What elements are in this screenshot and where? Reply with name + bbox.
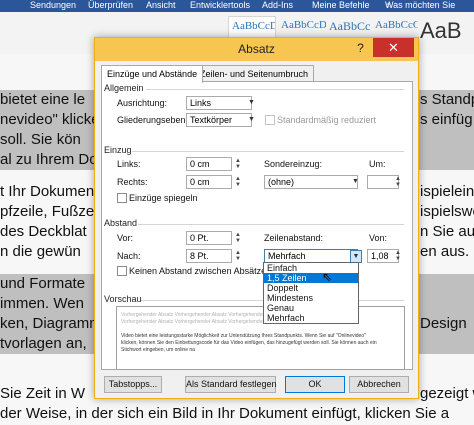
spinner-arrows-icon[interactable]: ▲ ▼ xyxy=(234,176,242,188)
chevron-down-icon[interactable]: ▼ xyxy=(246,97,257,109)
keinen-abstand-checkbox[interactable] xyxy=(117,266,127,276)
tabstopps-button[interactable]: Tabstopps... xyxy=(104,376,162,393)
group-title-allgemein: Allgemein xyxy=(104,83,144,93)
doc-line-right xyxy=(420,150,474,170)
doc-line-right xyxy=(420,294,474,314)
ribbon-tab-entwicklertools[interactable]: Entwicklertools xyxy=(190,0,250,11)
standard-reduziert-label: Standardmäßig reduziert xyxy=(277,115,377,125)
vorschau-preview: Vorhergehender Absatz Vorhergehender Abs… xyxy=(116,306,405,370)
ok-button[interactable]: OK xyxy=(285,376,345,393)
vor-label: Vor: xyxy=(117,233,134,243)
group-title-abstand: Abstand xyxy=(104,218,138,228)
zeilenabstand-label: Zeilenabstand: xyxy=(264,233,324,243)
tab-zeilen-seitenumbruch[interactable]: Zeilen- und Seitenumbruch xyxy=(194,65,315,82)
doc-line-right xyxy=(420,334,474,354)
ribbon-tab-addins[interactable]: Add-Ins xyxy=(262,0,293,11)
links-label: Links: xyxy=(117,159,141,169)
preview-text: Stichwort eingeben, um online na xyxy=(121,347,195,353)
close-icon: ✕ xyxy=(388,40,399,55)
um-label: Um: xyxy=(369,159,386,169)
rechts-label: Rechts: xyxy=(117,177,148,187)
dropdown-option[interactable]: Doppelt xyxy=(264,283,358,293)
ausrichtung-label: Ausrichtung: xyxy=(117,98,168,108)
doc-line-right: n Sie auf xyxy=(420,223,474,240)
ribbon-tab-sendungen[interactable]: Sendungen xyxy=(30,0,76,11)
group-title-vorschau: Vorschau xyxy=(104,294,142,304)
gliederungsebene-label: Gliederungsebene: xyxy=(117,115,194,125)
help-button[interactable]: ? xyxy=(352,40,369,57)
tab-label: Einzüge und Abstände xyxy=(107,69,198,79)
tab-label: Zeilen- und Seitenumbruch xyxy=(200,69,309,79)
links-input[interactable]: 0 cm xyxy=(186,157,232,171)
lightbulb-icon: ♀ xyxy=(385,0,392,10)
spinner-arrows-icon[interactable]: ▲ ▼ xyxy=(234,232,242,244)
doc-line-right: Design xyxy=(420,314,474,334)
einzuege-spiegeln-checkbox[interactable] xyxy=(117,193,127,203)
tell-me-search[interactable]: ♀ Was möchten Sie xyxy=(385,0,455,11)
style-gallery-item-title[interactable]: AaB xyxy=(420,18,462,44)
group-divider xyxy=(146,89,404,90)
spinner-arrows-icon[interactable]: ▲ ▼ xyxy=(234,158,242,170)
mouse-cursor-icon: ⇖ xyxy=(322,270,333,284)
set-default-button[interactable]: Als Standard festlegen xyxy=(185,376,277,393)
doc-line-right: ispieleinand xyxy=(420,183,474,200)
dialog-titlebar[interactable]: Absatz ? ✕ xyxy=(95,38,418,61)
doc-line-right xyxy=(420,130,474,150)
dropdown-option-selected[interactable]: 1,5 Zeilen xyxy=(264,273,358,283)
close-button[interactable]: ✕ xyxy=(373,38,414,57)
spinner-arrows-icon[interactable]: ▲ ▼ xyxy=(394,176,402,188)
chevron-down-icon[interactable]: ▼ xyxy=(246,114,257,126)
chevron-down-icon[interactable]: ▼ xyxy=(350,176,361,188)
zeilenabstand-dropdown-list: Einfach 1,5 Zeilen Doppelt Mindestens Ge… xyxy=(263,262,359,324)
ausrichtung-select[interactable]: Links xyxy=(186,96,252,110)
nach-label: Nach: xyxy=(117,251,141,261)
tell-me-label: Was möchten Sie xyxy=(385,0,456,10)
group-divider xyxy=(132,151,404,152)
dropdown-option[interactable]: Mehrfach xyxy=(264,313,358,323)
nach-input[interactable]: 8 Pt. xyxy=(186,249,232,263)
vor-input[interactable]: 0 Pt. xyxy=(186,231,232,245)
einzuege-spiegeln-label: Einzüge spiegeln xyxy=(129,193,198,203)
preview-text: klicken, können Sie den Einbettungscode … xyxy=(121,340,377,346)
spinner-arrows-icon[interactable]: ▲ ▼ xyxy=(394,250,402,262)
zeilenabstand-select[interactable]: Mehrfach xyxy=(264,249,358,263)
dropdown-option[interactable]: Genau xyxy=(264,303,358,313)
dropdown-option[interactable]: Mindestens xyxy=(264,293,358,303)
sondereinzug-label: Sondereinzug: xyxy=(264,159,323,169)
sondereinzug-select[interactable]: (ohne) xyxy=(264,175,358,189)
dropdown-option[interactable]: Einfach xyxy=(264,263,358,273)
doc-line-right: s einfüg xyxy=(420,110,474,130)
ribbon-tabs: Sendungen Überprüfen Ansicht Entwicklert… xyxy=(0,0,474,12)
von-label: Von: xyxy=(369,233,388,243)
doc-line-right: en aus. ¶ xyxy=(420,243,474,260)
doc-line-right: ispielsweis xyxy=(420,203,474,220)
cancel-button[interactable]: Abbrechen xyxy=(349,376,409,393)
gliederungsebene-select[interactable]: Textkörper xyxy=(186,113,252,127)
preview-text: Video bietet eine leistungsstarke Möglic… xyxy=(121,333,366,339)
dialog-title: Absatz xyxy=(238,42,275,56)
rechts-input[interactable]: 0 cm xyxy=(186,175,232,189)
keinen-abstand-label: Keinen Abstand zwischen Absätzen gleich xyxy=(129,266,263,276)
doc-line: der Weise, in der sich ein Bild in Ihr D… xyxy=(0,405,450,422)
preview-gray-text: Vorhergehender Absatz Vorhergehender Abs… xyxy=(121,319,281,325)
spinner-arrows-icon[interactable]: ▲ ▼ xyxy=(234,250,242,262)
tab-einzuege-abstaende[interactable]: Einzüge und Abstände xyxy=(101,65,204,83)
ribbon-tab-ueberpruefen[interactable]: Überprüfen xyxy=(88,0,133,11)
doc-line-right: gezeigt we xyxy=(420,385,474,402)
ribbon-tab-meine-befehle[interactable]: Meine Befehle xyxy=(312,0,370,11)
group-title-einzug: Einzug xyxy=(104,145,132,155)
standard-reduziert-checkbox[interactable] xyxy=(265,115,275,125)
ribbon-tab-ansicht[interactable]: Ansicht xyxy=(146,0,176,11)
doc-line-right: s Standp xyxy=(420,90,474,110)
doc-line-right xyxy=(420,274,474,294)
group-divider xyxy=(138,224,404,225)
